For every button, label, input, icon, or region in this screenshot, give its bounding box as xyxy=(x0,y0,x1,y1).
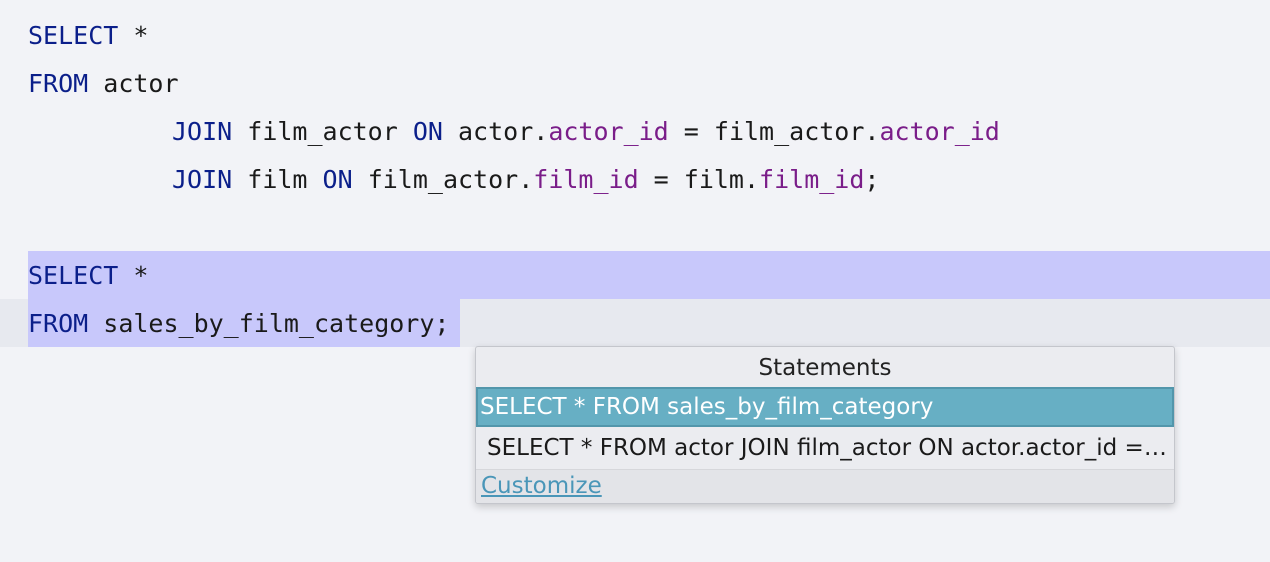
statement-item[interactable]: SELECT * FROM actor JOIN film_actor ON a… xyxy=(476,428,1174,468)
sql-text: sales_by_film_category; xyxy=(88,309,450,338)
sql-column: film_id xyxy=(759,165,865,194)
code-line-5[interactable] xyxy=(0,204,1270,252)
code-line-3[interactable]: JOIN film_actor ON actor.actor_id = film… xyxy=(0,108,1270,156)
sql-keyword: FROM xyxy=(28,309,89,338)
sql-text: = film_actor. xyxy=(668,117,880,146)
sql-keyword: JOIN xyxy=(172,117,233,146)
sql-text: * xyxy=(118,261,149,290)
customize-link[interactable]: Customize xyxy=(481,470,602,502)
sql-column: actor_id xyxy=(879,117,1000,146)
code-line-content: JOIN film ON film_actor.film_id = film.f… xyxy=(172,156,879,204)
statements-popup: Statements SELECT * FROM sales_by_film_c… xyxy=(475,346,1175,504)
sql-keyword: SELECT xyxy=(28,261,119,290)
sql-text: actor. xyxy=(442,117,549,146)
sql-keyword: JOIN xyxy=(172,165,233,194)
sql-text: film_actor. xyxy=(352,165,534,194)
sql-keyword: FROM xyxy=(28,69,89,98)
sql-text: actor xyxy=(88,69,179,98)
sql-column: actor_id xyxy=(548,117,669,146)
popup-footer: Customize xyxy=(476,469,1174,503)
code-line-content: JOIN film_actor ON actor.actor_id = film… xyxy=(172,108,1000,156)
popup-title: Statements xyxy=(758,355,892,381)
sql-column: film_id xyxy=(533,165,639,194)
sql-keyword: ON xyxy=(322,165,353,194)
code-line-1[interactable]: SELECT * xyxy=(0,12,1270,60)
code-line-7[interactable]: FROM sales_by_film_category; xyxy=(0,300,1270,348)
sql-keyword: ON xyxy=(412,117,443,146)
code-line-content: SELECT * xyxy=(28,252,148,300)
sql-text: * xyxy=(118,21,149,50)
code-line-4[interactable]: JOIN film ON film_actor.film_id = film.f… xyxy=(0,156,1270,204)
statement-item-selected[interactable]: SELECT * FROM sales_by_film_category xyxy=(476,387,1174,427)
sql-text: = film. xyxy=(638,165,760,194)
code-line-2[interactable]: FROM actor xyxy=(0,60,1270,108)
sql-text: film xyxy=(232,165,323,194)
sql-text: film_actor xyxy=(232,117,413,146)
code-line-content: FROM sales_by_film_category; xyxy=(28,300,449,348)
sql-keyword: SELECT xyxy=(28,21,119,50)
code-line-content: SELECT * xyxy=(28,12,148,60)
sql-text: ; xyxy=(864,165,880,194)
code-line-6[interactable]: SELECT * xyxy=(0,252,1270,300)
code-line-content: FROM actor xyxy=(28,60,179,108)
